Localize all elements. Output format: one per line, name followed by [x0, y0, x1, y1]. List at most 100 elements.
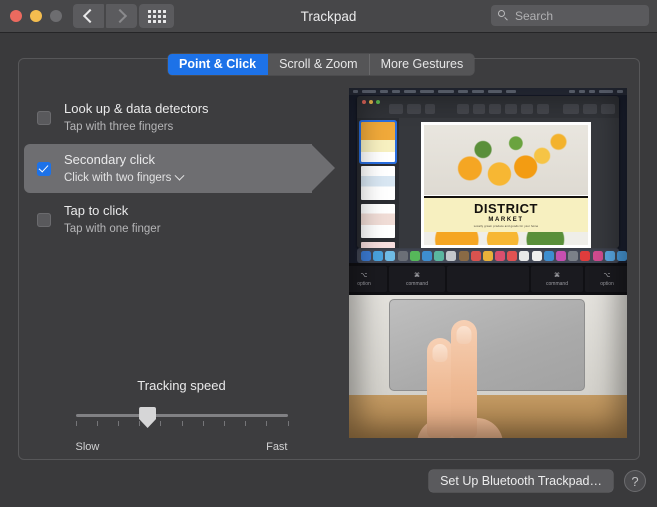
demo-two-finger-hand — [417, 315, 503, 438]
demo-thumbnail-3 — [361, 204, 395, 238]
demo-thumbnail-1 — [361, 122, 395, 162]
search-placeholder: Search — [515, 8, 554, 23]
demo-trackpad-scene — [349, 295, 627, 438]
slider-tick — [139, 421, 141, 426]
option-title-tap-to-click: Tap to click — [64, 203, 129, 218]
option-row-tap-to-click[interactable]: Tap to click Tap with one finger — [24, 194, 339, 245]
option-title-secondary-click: Secondary click — [64, 152, 156, 167]
forward-button[interactable] — [106, 4, 137, 28]
demo-document-canvas: DISTRICT MARKET Locally grown produce an… — [399, 118, 619, 248]
option-text-look-up: Look up & data detectors Tap with three … — [64, 100, 209, 135]
tab-bar: Point & Click Scroll & Zoom More Gesture… — [168, 54, 475, 75]
demo-thumbnail-2 — [361, 166, 395, 200]
back-button[interactable] — [73, 4, 104, 28]
trackpad-preferences-window: Trackpad Search Point & Click Scroll & Z… — [0, 0, 657, 507]
gesture-demo-video[interactable]: DISTRICT MARKET Locally grown produce an… — [349, 88, 627, 438]
option-glyph-icon: ⌥ — [360, 272, 368, 279]
demo-key-label-left-command: command — [406, 280, 428, 287]
search-icon — [498, 9, 510, 22]
demo-fingernail-two — [456, 326, 472, 344]
tracking-speed-label: Tracking speed — [137, 378, 226, 393]
demo-page-thumbnails — [357, 118, 399, 248]
option-subtitle-secondary-click[interactable]: Click with two fingers — [64, 170, 185, 186]
demo-menubar — [349, 88, 627, 95]
demo-poster-photo — [424, 125, 588, 195]
demo-poster-page: DISTRICT MARKET Locally grown produce an… — [421, 122, 591, 248]
slider-tick — [181, 421, 183, 426]
option-subtitle-text-tap-to-click: Tap with one finger — [64, 223, 161, 235]
slider-min-label: Slow — [75, 441, 100, 453]
slider-tick — [117, 421, 119, 426]
demo-finger-one — [427, 338, 453, 438]
demo-screen-area: DISTRICT MARKET Locally grown produce an… — [349, 88, 627, 263]
command-glyph-icon-right: ⌘ — [554, 272, 560, 279]
option-row-secondary-click[interactable]: Secondary click Click with two fingers — [24, 143, 339, 194]
search-field[interactable]: Search — [491, 5, 649, 26]
close-window-button[interactable] — [10, 10, 22, 22]
slider-tick — [160, 421, 162, 426]
tracking-speed-control: Tracking speed Slow Fast — [24, 378, 339, 455]
demo-pages-window: DISTRICT MARKET Locally grown produce an… — [357, 96, 619, 248]
slider-tick — [202, 421, 204, 426]
help-button[interactable]: ? — [624, 470, 646, 492]
demo-finger-two — [451, 320, 477, 438]
checkbox-secondary-click[interactable] — [37, 161, 51, 176]
demo-poster-footer-photo — [424, 232, 588, 245]
checkbox-tap-to-click[interactable] — [37, 212, 51, 227]
selected-row-pointer — [311, 144, 335, 192]
option-text-secondary-click: Secondary click Click with two fingers — [64, 151, 185, 186]
demo-fingernail-one — [432, 344, 448, 362]
slider-tick — [287, 421, 289, 426]
window-traffic-lights — [10, 10, 62, 22]
navigation-buttons — [73, 4, 137, 28]
slider-tick — [266, 421, 268, 426]
demo-poster-text-block: DISTRICT MARKET Locally grown produce an… — [424, 196, 588, 234]
show-all-preferences-icon — [147, 9, 166, 23]
demo-poster-title: DISTRICT — [474, 201, 538, 216]
demo-poster-subtitle: MARKET — [488, 217, 524, 223]
option-subtitle-text-secondary-click: Click with two fingers — [64, 172, 172, 184]
demo-dock — [357, 248, 627, 263]
tab-point-and-click[interactable]: Point & Click — [168, 54, 269, 75]
chevron-left-icon — [82, 8, 98, 24]
slider-max-label: Fast — [266, 441, 288, 453]
slider-tick — [75, 421, 77, 426]
slider-tick-marks — [75, 421, 289, 427]
show-all-preferences-button[interactable] — [139, 4, 174, 28]
zoom-window-button[interactable] — [50, 10, 62, 22]
demo-window-toolbar — [357, 96, 619, 118]
demo-key-label-left-option: option — [357, 280, 371, 287]
option-subtitle-look-up: Tap with three fingers — [64, 119, 209, 135]
demo-key-left-option: ⌥ option — [349, 266, 387, 292]
window-footer: Set Up Bluetooth Trackpad… ? — [0, 462, 657, 507]
demo-keyboard-row: ⌥ option ⌘ command ⌘ command ⌥ option — [349, 263, 627, 295]
tab-scroll-and-zoom[interactable]: Scroll & Zoom — [268, 54, 370, 75]
slider-tick — [245, 421, 247, 426]
slider-tick — [96, 421, 98, 426]
slider-track[interactable] — [75, 414, 288, 417]
option-subtitle-text-look-up: Tap with three fingers — [64, 121, 174, 133]
demo-key-label-right-command: command — [546, 280, 568, 287]
chevron-down-icon[interactable] — [174, 170, 185, 181]
command-glyph-icon: ⌘ — [414, 272, 420, 279]
option-text-tap-to-click: Tap to click Tap with one finger — [64, 202, 161, 237]
tab-more-gestures[interactable]: More Gestures — [369, 54, 475, 75]
tracking-speed-slider[interactable] — [75, 407, 289, 441]
option-title-look-up: Look up & data detectors — [64, 101, 209, 116]
demo-key-spacebar — [447, 266, 529, 292]
minimize-window-button[interactable] — [30, 10, 42, 22]
option-row-look-up-and-data-detectors[interactable]: Look up & data detectors Tap with three … — [24, 92, 339, 143]
option-glyph-icon-right: ⌥ — [603, 272, 611, 279]
demo-key-right-command: ⌘ command — [531, 266, 583, 292]
slider-end-labels: Slow Fast — [76, 441, 288, 455]
demo-key-right-option: ⌥ option — [585, 266, 627, 292]
gesture-options-list: Look up & data detectors Tap with three … — [24, 92, 339, 245]
demo-key-label-right-option: option — [600, 280, 614, 287]
option-subtitle-tap-to-click: Tap with one finger — [64, 221, 161, 237]
checkbox-look-up-and-data-detectors[interactable] — [37, 110, 51, 125]
window-titlebar: Trackpad Search — [0, 0, 657, 33]
demo-poster-tagline: Locally grown produce and goods for your… — [473, 225, 539, 228]
demo-key-left-command: ⌘ command — [389, 266, 445, 292]
chevron-right-icon — [112, 8, 128, 24]
setup-bluetooth-trackpad-button[interactable]: Set Up Bluetooth Trackpad… — [429, 470, 613, 492]
